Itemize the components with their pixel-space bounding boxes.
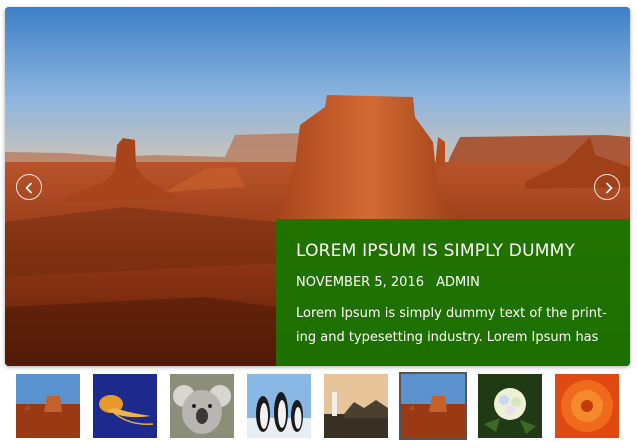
chrysanthemum-thumbnail: [555, 374, 619, 438]
koala-thumbnail: [170, 374, 234, 438]
lighthouse-thumbnail: [324, 374, 388, 438]
thumbnail-6[interactable]: [399, 372, 467, 440]
prev-slide-button[interactable]: [16, 174, 42, 200]
slide-date: NOVEMBER 5, 2016: [296, 275, 424, 290]
slide-meta: NOVEMBER 5, 2016 ADMIN: [296, 274, 610, 292]
slide-excerpt: Lorem Ipsum is simply dummy text of the …: [296, 306, 607, 345]
slide-title[interactable]: LOREM IPSUM IS SIMPLY DUMMY: [296, 239, 610, 263]
jellyfish-thumbnail: [93, 374, 157, 438]
thumbnail-7[interactable]: [478, 374, 542, 438]
desert-thumbnail: [16, 374, 80, 438]
thumbnail-strip: [0, 372, 637, 442]
thumbnail-2[interactable]: [93, 374, 157, 438]
hydrangea-thumbnail: [478, 374, 542, 438]
desert-thumbnail: [401, 374, 465, 438]
next-slide-button[interactable]: [594, 174, 620, 200]
chevron-right-icon: [605, 182, 613, 194]
penguins-thumbnail: [247, 374, 311, 438]
image-slider: LOREM IPSUM IS SIMPLY DUMMY NOVEMBER 5, …: [5, 7, 630, 366]
slide-caption: LOREM IPSUM IS SIMPLY DUMMY NOVEMBER 5, …: [276, 219, 630, 366]
thumbnail-5[interactable]: [324, 374, 388, 438]
chevron-left-icon: [25, 182, 33, 194]
thumbnail-3[interactable]: [170, 374, 234, 438]
slide-author[interactable]: ADMIN: [436, 275, 480, 290]
thumbnail-4[interactable]: [247, 374, 311, 438]
thumbnail-8[interactable]: [555, 374, 619, 438]
thumbnail-1[interactable]: [16, 374, 80, 438]
